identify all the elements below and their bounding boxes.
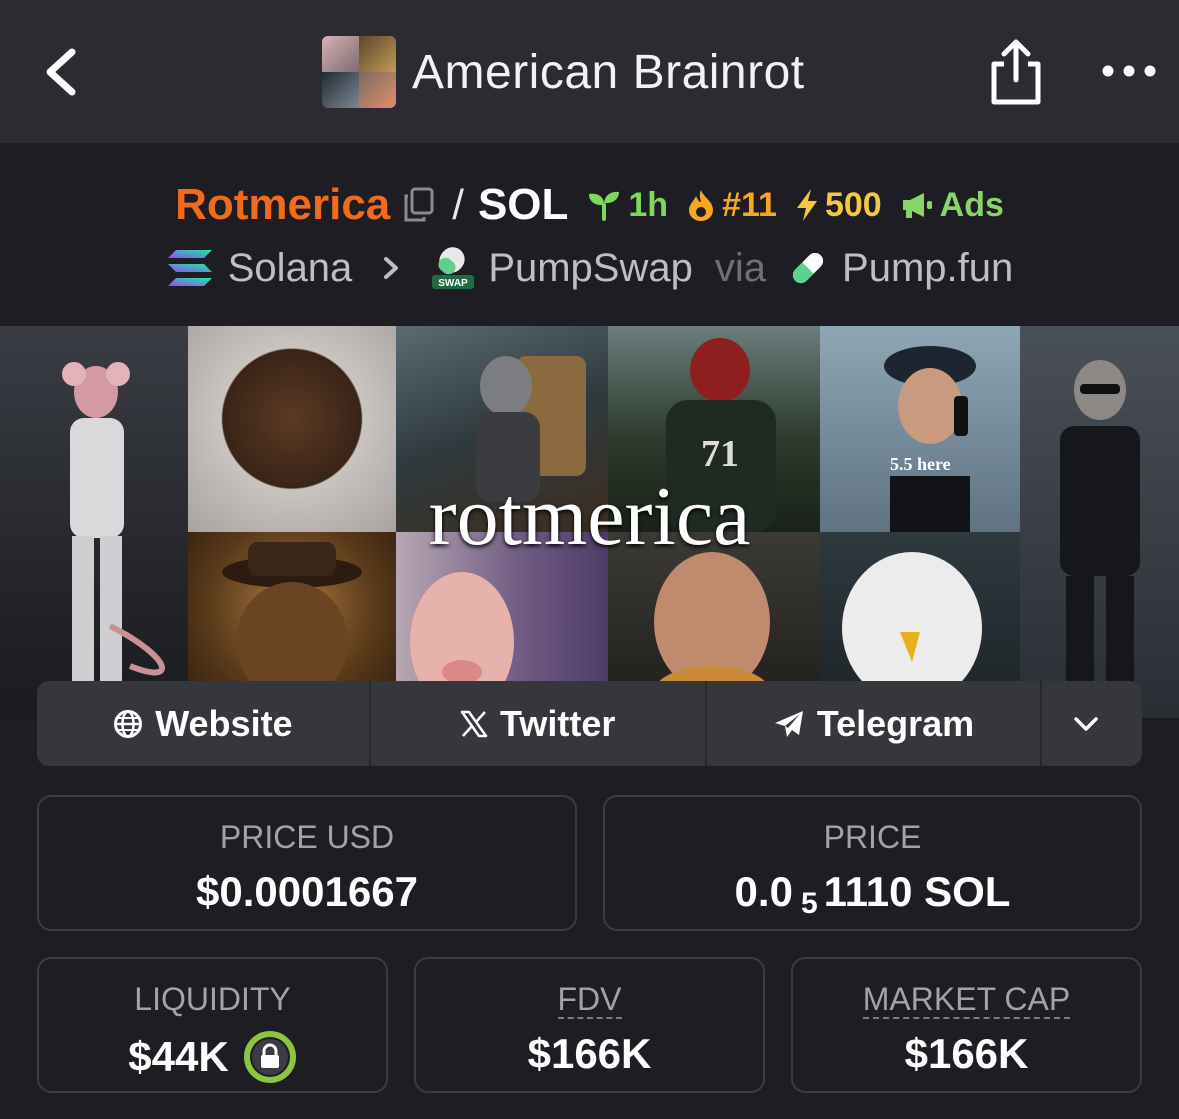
- price-native-suffix: 1110 SOL: [823, 868, 1011, 915]
- pill-icon: [792, 252, 824, 284]
- megaphone-icon: [902, 193, 932, 218]
- chain-name: Solana: [227, 245, 353, 290]
- banner-title-text: rotmerica: [428, 470, 751, 563]
- rank-text: #11: [722, 185, 777, 224]
- quote-token: SOL: [477, 180, 569, 229]
- social-links-bar: Website Twitter Telegram: [37, 681, 1142, 766]
- price-native-label: PRICE: [823, 819, 922, 855]
- nav-title-group: American Brainrot: [322, 36, 805, 108]
- twitter-label: Twitter: [500, 702, 616, 744]
- copy-icon[interactable]: [402, 187, 436, 223]
- chain-solana[interactable]: Solana: [166, 245, 353, 291]
- fdv-card: FDV $166K: [414, 957, 765, 1093]
- chevron-down-icon: [1074, 716, 1098, 731]
- boost-badge[interactable]: 500: [795, 186, 882, 225]
- price-usd-value: $0.0001667: [196, 868, 418, 915]
- dex-pumpswap[interactable]: SWAP PumpSwap: [430, 245, 693, 291]
- age-text: 1h: [628, 185, 669, 224]
- ads-text: Ads: [939, 185, 1004, 224]
- market-cap-label[interactable]: MARKET CAP: [862, 981, 1071, 1019]
- launchpad-name: Pump.fun: [842, 245, 1014, 290]
- chain-breadcrumb: Solana SWAP PumpSwap via Pump.fun: [0, 243, 1179, 293]
- back-button[interactable]: [36, 42, 96, 102]
- liquidity-value-row: $44K: [39, 1030, 386, 1084]
- website-label: Website: [155, 702, 293, 744]
- svg-text:SWAP: SWAP: [439, 278, 469, 289]
- fdv-value: $166K: [527, 1030, 652, 1077]
- more-links-dropdown[interactable]: [1042, 681, 1142, 766]
- market-cap-card: MARKET CAP $166K: [791, 957, 1142, 1093]
- telegram-plane-icon: [774, 710, 803, 737]
- price-usd-card: PRICE USD $0.0001667: [37, 795, 577, 931]
- lock-icon[interactable]: [243, 1030, 297, 1084]
- dex-name: PumpSwap: [488, 245, 693, 290]
- ellipsis-icon: [1102, 65, 1156, 77]
- via-text: via: [714, 245, 767, 290]
- age-badge: 1h: [586, 186, 668, 225]
- pumpswap-icon: SWAP: [432, 247, 475, 289]
- sprout-icon: [589, 191, 620, 221]
- telegram-link[interactable]: Telegram: [707, 681, 1043, 766]
- lightning-icon: [796, 189, 817, 221]
- solana-icon: [167, 250, 212, 286]
- token-header: Rotmerica / SOL 1h #11 500 Ads Solana SW…: [0, 143, 1179, 326]
- liquidity-card: LIQUIDITY $44K: [37, 957, 388, 1093]
- boost-text: 500: [824, 185, 882, 224]
- launchpad-pumpfun[interactable]: Pump.fun: [788, 246, 1013, 291]
- twitter-link[interactable]: Twitter: [371, 681, 707, 766]
- website-link[interactable]: Website: [37, 681, 371, 766]
- top-nav-bar: American Brainrot: [0, 0, 1179, 143]
- chevron-left-icon: [46, 48, 76, 96]
- chevron-right-icon: [384, 257, 399, 279]
- trending-rank-badge[interactable]: #11: [686, 186, 777, 225]
- page-title: American Brainrot: [412, 45, 805, 99]
- price-native-prefix: 0.0: [734, 868, 793, 915]
- x-logo-icon: [460, 710, 488, 737]
- price-native-card: PRICE 0.0 5 1110 SOL: [603, 795, 1142, 931]
- price-native-zero-count: 5: [800, 887, 818, 920]
- market-cap-value: $166K: [904, 1030, 1029, 1077]
- token-name: Rotmerica: [175, 180, 391, 229]
- liquidity-label: LIQUIDITY: [134, 981, 291, 1017]
- price-native-value: 0.0 5 1110 SOL: [605, 868, 1140, 920]
- pair-separator: /: [452, 181, 464, 228]
- liquidity-value: $44K: [128, 1033, 229, 1080]
- ads-badge[interactable]: Ads: [900, 186, 1004, 225]
- share-button[interactable]: [986, 36, 1046, 108]
- telegram-label: Telegram: [816, 702, 975, 744]
- flame-icon: [689, 190, 714, 221]
- token-avatar: [322, 36, 396, 108]
- pair-line: Rotmerica / SOL 1h #11 500 Ads: [0, 177, 1179, 233]
- more-options-button[interactable]: [1098, 56, 1160, 86]
- share-icon: [991, 39, 1041, 105]
- fdv-label[interactable]: FDV: [557, 981, 622, 1019]
- price-usd-label: PRICE USD: [219, 819, 395, 855]
- globe-icon: [114, 709, 143, 738]
